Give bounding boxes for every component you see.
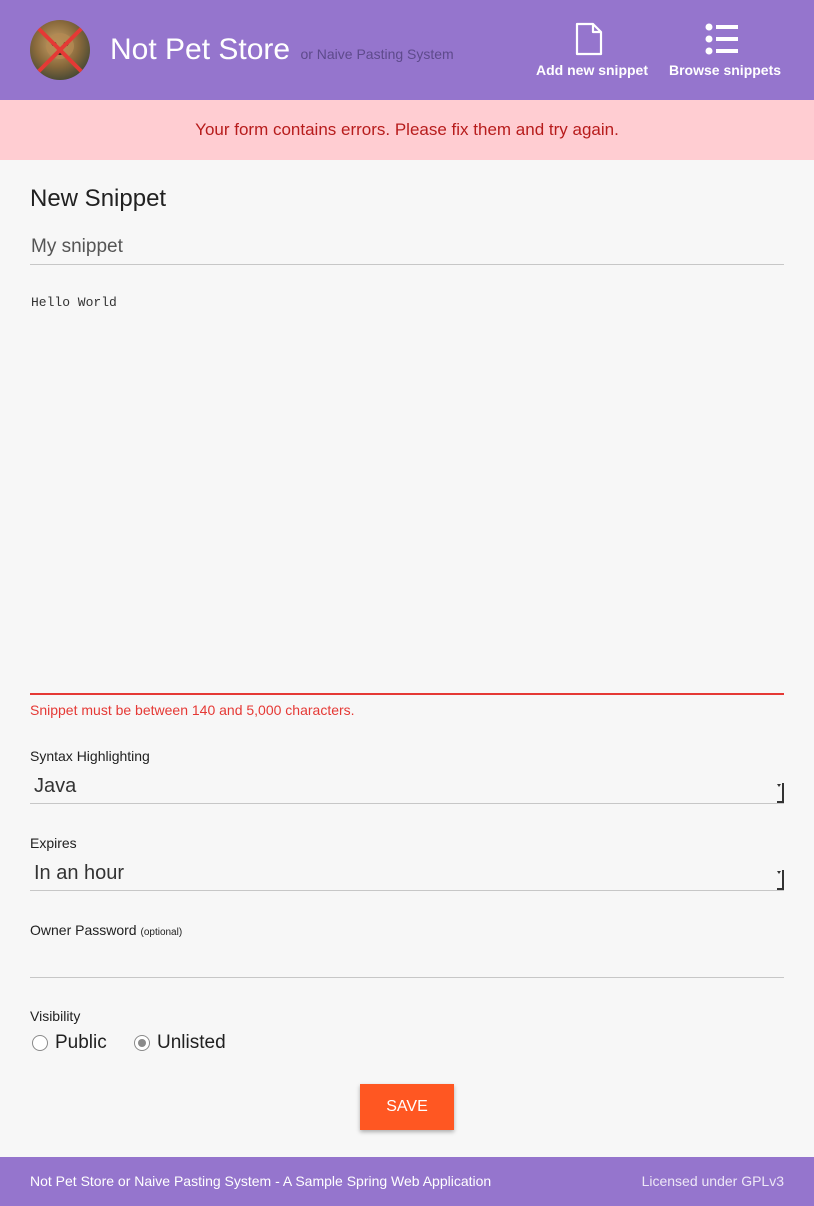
syntax-highlighting-select[interactable]: Java: [30, 771, 784, 804]
form-error-banner: Your form contains errors. Please fix th…: [0, 100, 814, 160]
syntax-highlighting-selected: Java: [34, 775, 77, 797]
logo-crossed-out-pet-image[interactable]: [30, 20, 90, 80]
expires-select[interactable]: In an hour: [30, 858, 784, 891]
document-icon: [575, 22, 603, 56]
add-new-snippet-button[interactable]: Add new snippet: [536, 22, 648, 78]
radio-unchecked-icon[interactable]: [32, 1035, 48, 1051]
expires-selected: In an hour: [34, 862, 125, 884]
cross-out-icon: [30, 20, 90, 80]
form-error-message: Your form contains errors. Please fix th…: [195, 120, 619, 139]
visibility-unlisted-label: Unlisted: [157, 1032, 226, 1053]
owner-password-input[interactable]: [30, 946, 784, 978]
footer: Not Pet Store or Naive Pasting System - …: [0, 1157, 814, 1206]
visibility-public-label: Public: [55, 1032, 107, 1053]
owner-password-label: Owner Password (optional): [30, 921, 182, 942]
visibility-label: Visibility: [30, 1008, 81, 1024]
app-title-text: Not Pet Store: [110, 33, 291, 66]
save-button[interactable]: SAVE: [360, 1084, 454, 1130]
footer-app-description: Not Pet Store or Naive Pasting System - …: [30, 1173, 492, 1189]
page-title: New Snippet: [30, 185, 167, 212]
syntax-highlighting-label: Syntax Highlighting: [30, 748, 150, 764]
dropdown-arrow-icon: [777, 783, 784, 803]
add-new-snippet-label: Add new snippet: [536, 62, 648, 78]
footer-license-link[interactable]: Licensed under GPLv3: [642, 1157, 784, 1206]
browse-snippets-button[interactable]: Browse snippets: [669, 22, 781, 78]
snippet-error-message: Snippet must be between 140 and 5,000 ch…: [30, 702, 355, 718]
app-title[interactable]: Not Pet Store or Naive Pasting System: [110, 33, 454, 71]
app-subtitle: or Naive Pasting System: [300, 46, 454, 62]
browse-snippets-label: Browse snippets: [669, 62, 782, 78]
snippet-code-textarea[interactable]: Hello World: [30, 292, 784, 695]
list-icon: [705, 23, 738, 55]
top-app-bar: Not Pet Store or Naive Pasting System Ad…: [0, 0, 814, 100]
expires-label: Expires: [30, 835, 77, 851]
owner-password-label-text: Owner Password: [30, 922, 137, 938]
radio-checked-icon[interactable]: [134, 1035, 150, 1051]
snippet-name-input[interactable]: [30, 230, 784, 265]
dropdown-arrow-icon: [777, 870, 784, 890]
owner-password-hint: (optional): [140, 927, 183, 938]
